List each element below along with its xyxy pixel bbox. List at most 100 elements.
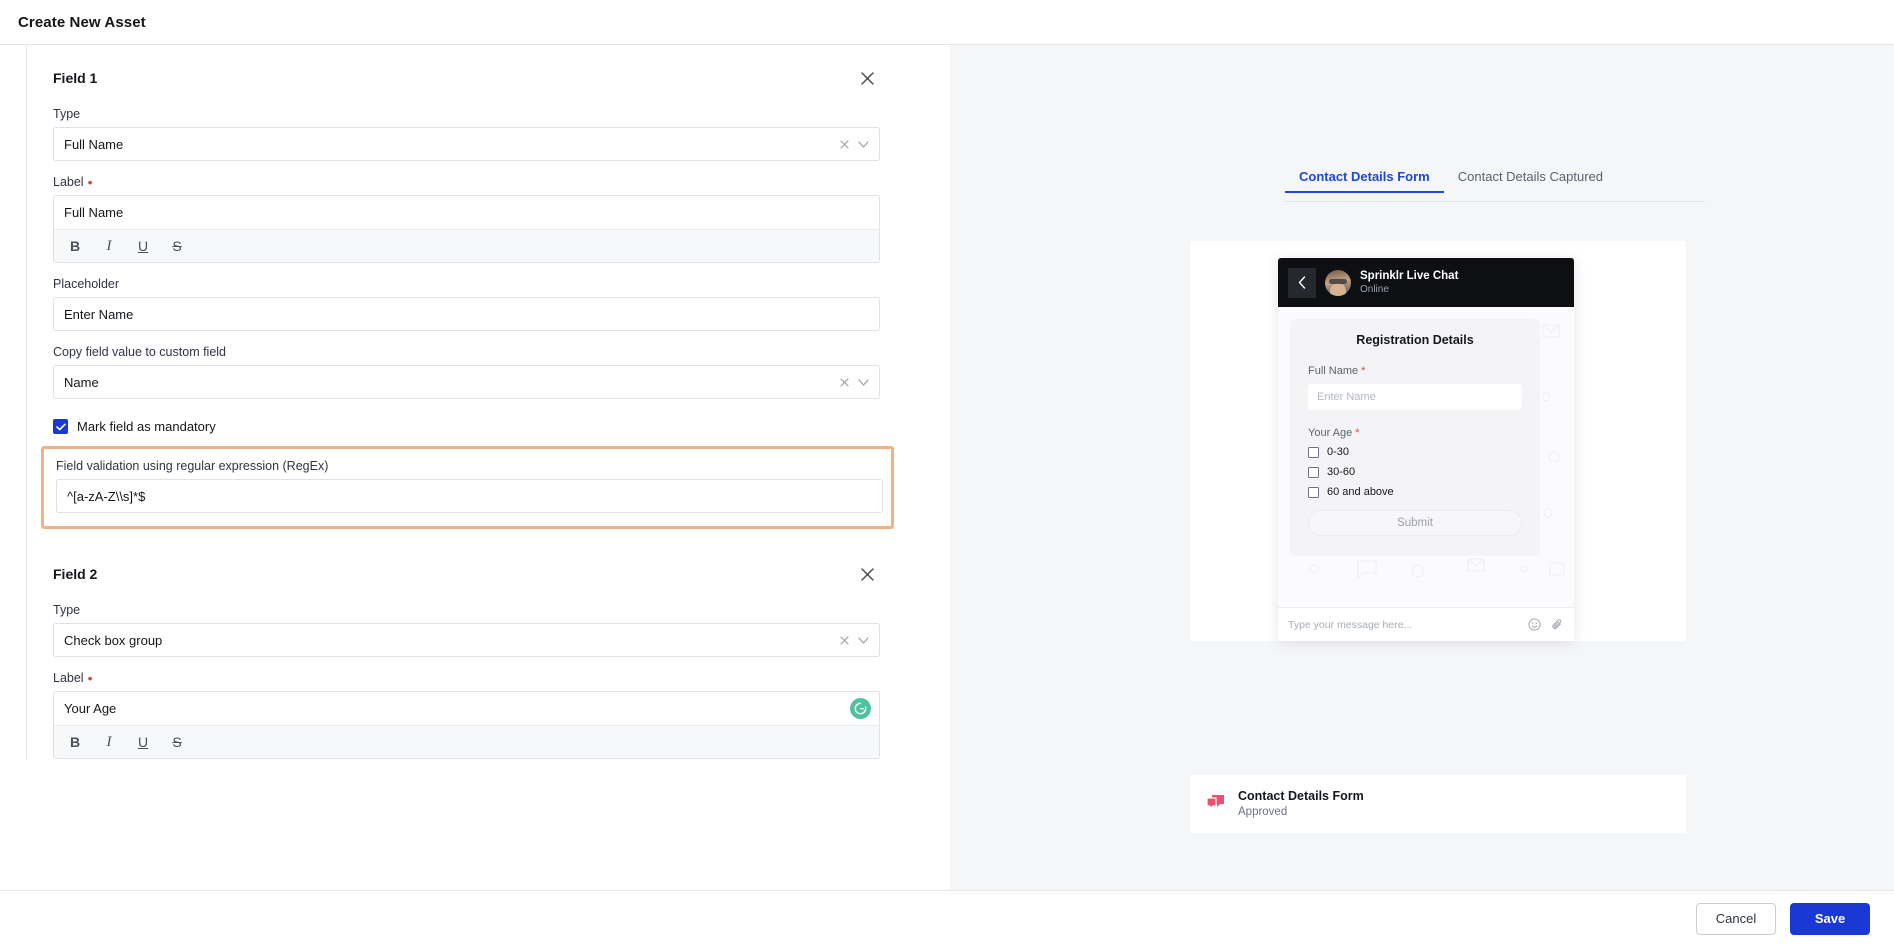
modal-footer: Cancel Save — [0, 890, 1894, 946]
bold-icon[interactable]: B — [63, 730, 87, 754]
field-1-regex-input[interactable]: ^[a-zA-Z\\s]*$ — [56, 479, 883, 513]
emoji-icon[interactable] — [1528, 618, 1541, 631]
avatar — [1325, 269, 1351, 296]
field-2-type-select-icons — [840, 635, 869, 645]
chat-agent-name: Sprinklr Live Chat — [1360, 269, 1459, 282]
field-2-label-editor[interactable]: Your Age B I U S — [53, 691, 880, 759]
field-2-header: Field 2 — [53, 559, 880, 589]
italic-icon[interactable]: I — [97, 234, 121, 258]
field-1-header: Field 1 — [53, 63, 880, 93]
required-asterisk-icon: * — [1355, 427, 1360, 439]
field-2-remove-icon[interactable] — [854, 561, 880, 587]
field-1-regex-highlight: Field validation using regular expressio… — [41, 446, 894, 529]
create-new-asset-modal: Create New Asset Field 1 Type Full Name … — [0, 0, 1894, 946]
chat-widget-preview: Sprinklr Live Chat Online Registration D… — [1278, 258, 1574, 641]
field-2-title: Field 2 — [53, 566, 98, 582]
checkbox-icon[interactable] — [1308, 446, 1319, 458]
field-divider-spacer — [53, 529, 906, 559]
field-2-label-toolbar: B I U S — [54, 725, 879, 758]
cancel-button[interactable]: Cancel — [1696, 902, 1776, 935]
field-1-copy-select[interactable]: Name — [53, 365, 880, 399]
field-editor-panel: Field 1 Type Full Name Label • Full Name… — [0, 45, 950, 890]
preview-age-option[interactable]: 30-60 — [1308, 466, 1522, 478]
required-asterisk-icon: * — [1361, 365, 1366, 377]
tab-contact-details-form[interactable]: Contact Details Form — [1285, 169, 1444, 193]
field-1-remove-icon[interactable] — [854, 65, 880, 91]
chat-body: Registration Details Full Name * Enter N… — [1278, 307, 1574, 607]
chat-message-bar: Type your message here... — [1278, 607, 1574, 641]
field-1-mandatory-row[interactable]: Mark field as mandatory — [53, 419, 906, 434]
mandatory-checkbox-label: Mark field as mandatory — [77, 419, 216, 434]
field-2-label-value[interactable]: Your Age — [54, 692, 879, 725]
chat-header: Sprinklr Live Chat Online — [1278, 258, 1574, 307]
field-1-placeholder-label-text: Placeholder — [53, 277, 120, 291]
chat-message-input[interactable]: Type your message here... — [1288, 619, 1518, 631]
fields-container: Field 1 Type Full Name Label • Full Name… — [26, 45, 906, 759]
field-1-regex-label-text: Field validation using regular expressio… — [56, 459, 329, 473]
field-1-label-label: Label • — [53, 175, 906, 189]
asset-info: Contact Details Form Approved — [1238, 788, 1364, 820]
back-icon[interactable] — [1288, 267, 1316, 298]
checkbox-icon[interactable] — [1308, 466, 1319, 478]
tab-contact-details-captured[interactable]: Contact Details Captured — [1444, 169, 1617, 193]
field-1-regex-label: Field validation using regular expressio… — [56, 459, 879, 473]
field-2-type-label: Type — [53, 603, 906, 617]
field-2-type-value: Check box group — [64, 632, 163, 648]
field-1-placeholder-input[interactable]: Enter Name — [53, 297, 880, 331]
preview-full-name-label-text: Full Name — [1308, 365, 1359, 377]
required-indicator-icon: • — [87, 670, 93, 686]
field-1-regex-value: ^[a-zA-Z\\s]*$ — [67, 488, 146, 504]
strikethrough-icon[interactable]: S — [165, 730, 189, 754]
preview-age-label: Your Age * — [1308, 427, 1522, 439]
field-1-copy-label: Copy field value to custom field — [53, 345, 906, 359]
chevron-down-icon[interactable] — [858, 378, 869, 386]
checkbox-icon[interactable] — [1308, 486, 1319, 498]
save-button[interactable]: Save — [1790, 902, 1870, 935]
preview-full-name-input[interactable]: Enter Name — [1308, 384, 1522, 410]
field-1-title: Field 1 — [53, 70, 98, 86]
field-1-label-toolbar: B I U S — [54, 229, 879, 262]
field-2-label-label: Label • — [53, 671, 906, 685]
field-1-type-select[interactable]: Full Name — [53, 127, 880, 161]
clear-icon[interactable] — [840, 635, 849, 645]
asset-status-row: Contact Details Form Approved — [1190, 775, 1686, 833]
attachment-icon[interactable] — [1551, 618, 1564, 631]
underline-icon[interactable]: U — [131, 234, 155, 258]
underline-icon[interactable]: U — [131, 730, 155, 754]
field-2-type-label-text: Type — [53, 603, 81, 617]
preview-tabs: Contact Details Form Contact Details Cap… — [1285, 169, 1617, 193]
clear-icon[interactable] — [840, 377, 849, 387]
registration-form-title: Registration Details — [1356, 333, 1474, 347]
field-1-type-label: Type — [53, 107, 906, 121]
chat-identity: Sprinklr Live Chat Online — [1360, 269, 1458, 296]
chevron-down-icon[interactable] — [858, 140, 869, 148]
modal-header: Create New Asset — [0, 0, 1894, 45]
registration-form-card: Registration Details Full Name * Enter N… — [1290, 319, 1540, 556]
chat-status: Online — [1360, 284, 1389, 296]
strikethrough-icon[interactable]: S — [165, 234, 189, 258]
preview-age-option[interactable]: 60 and above — [1308, 486, 1522, 498]
asset-title: Contact Details Form — [1238, 788, 1364, 803]
preview-submit-button[interactable]: Submit — [1308, 510, 1522, 536]
field-2-block: Field 2 Type Check box group Label • You… — [53, 559, 906, 759]
mandatory-checkbox[interactable] — [53, 419, 68, 434]
field-1-label-label-text: Label — [53, 175, 84, 189]
preview-age-option[interactable]: 0-30 — [1308, 446, 1522, 458]
italic-icon[interactable]: I — [97, 730, 121, 754]
preview-full-name-placeholder: Enter Name — [1317, 391, 1376, 403]
clear-icon[interactable] — [840, 139, 849, 149]
required-indicator-icon: • — [87, 174, 93, 190]
chevron-down-icon[interactable] — [858, 636, 869, 644]
preview-full-name-label: Full Name * — [1308, 365, 1522, 377]
preview-age-option-label: 60 and above — [1327, 486, 1394, 498]
grammarly-icon[interactable] — [850, 698, 871, 719]
field-1-label-value[interactable]: Full Name — [54, 196, 879, 229]
field-1-label-editor[interactable]: Full Name B I U S — [53, 195, 880, 263]
chat-bubble-icon — [1206, 794, 1226, 814]
preview-age-label-text: Your Age — [1308, 427, 1353, 439]
field-1-copy-value: Name — [64, 374, 99, 390]
preview-age-option-label: 0-30 — [1327, 446, 1350, 458]
tabs-divider — [1285, 201, 1705, 202]
bold-icon[interactable]: B — [63, 234, 87, 258]
field-2-type-select[interactable]: Check box group — [53, 623, 880, 657]
